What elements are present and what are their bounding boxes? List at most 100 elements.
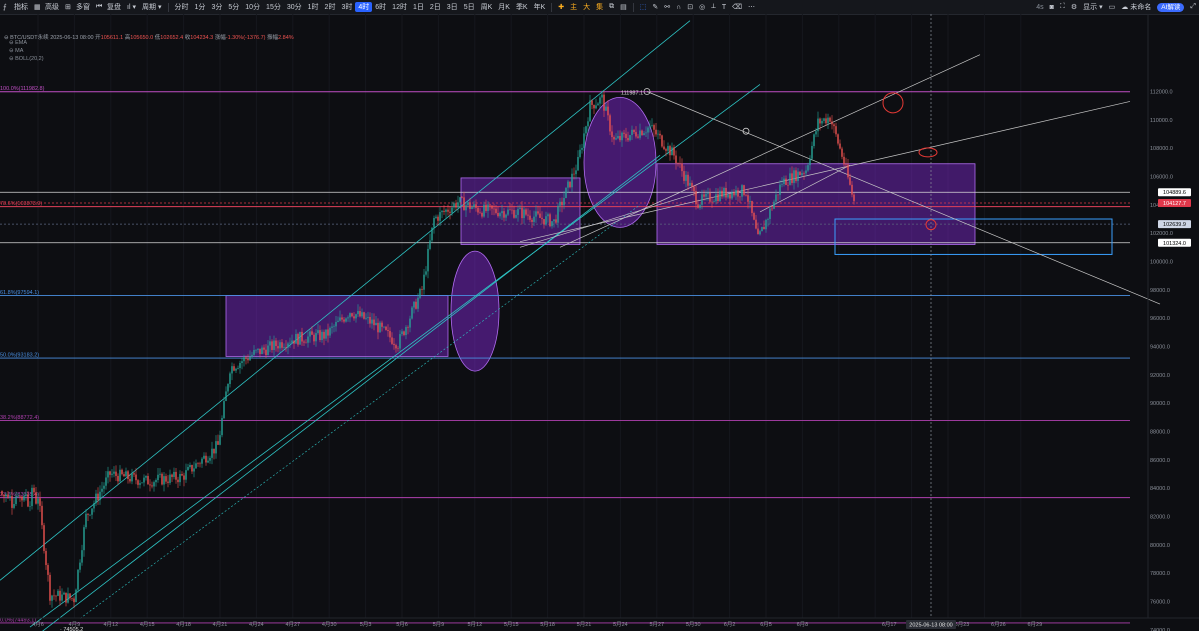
candle-body <box>75 589 77 603</box>
price-tick: 92000.0 <box>1150 373 1170 379</box>
template-icon[interactable]: ▤ <box>617 3 630 11</box>
ruler-icon[interactable]: ⟂ <box>708 3 719 11</box>
draw-tool-set[interactable]: 集 <box>593 2 606 12</box>
timeframe-20[interactable]: 年K <box>531 2 549 12</box>
fullscreen-icon[interactable]: ⛶ <box>1057 3 1068 11</box>
draw-tool-large[interactable]: 大 <box>580 2 593 12</box>
candle-body <box>723 187 725 197</box>
timeframe-12[interactable]: 12时 <box>389 2 410 12</box>
candle-body <box>363 312 365 319</box>
window-icon[interactable]: ▭ <box>1106 3 1119 11</box>
timeframe-17[interactable]: 周K <box>478 2 496 12</box>
candle-body <box>563 197 565 206</box>
chart-type-button[interactable]: ıl ▾ <box>124 3 139 12</box>
timeframe-19[interactable]: 季K <box>513 2 531 12</box>
timeframe-8[interactable]: 2时 <box>322 2 339 12</box>
candle-body <box>785 178 787 185</box>
candle-body <box>599 97 601 104</box>
draw-tool-main[interactable]: 主 <box>567 2 580 12</box>
multi-window-button[interactable]: ⊞ 多窗 <box>62 2 93 12</box>
replay-button[interactable]: ⏮ 复盘 <box>93 2 124 12</box>
settings-icon[interactable]: ⚙ <box>1068 3 1080 11</box>
candle-body <box>7 494 9 498</box>
display-button[interactable]: 显示 ▾ <box>1080 2 1106 12</box>
timeframe-1[interactable]: 1分 <box>192 2 209 12</box>
indicator-ma[interactable]: ⊖ MA <box>9 48 23 54</box>
candle-body <box>809 158 811 166</box>
indicator-ema[interactable]: ⊖ EMA <box>9 40 27 46</box>
candle-body <box>675 155 677 164</box>
timeframe-18[interactable]: 月K <box>495 2 513 12</box>
maximize-icon[interactable]: ⤢ <box>1187 3 1199 11</box>
candle-body <box>335 321 337 327</box>
timeframe-16[interactable]: 5日 <box>461 2 478 12</box>
candle-body <box>643 133 645 136</box>
price-tick: 98000.0 <box>1150 288 1170 294</box>
candle-body <box>19 496 21 497</box>
timeframe-14[interactable]: 2日 <box>427 2 444 12</box>
candle-body <box>345 318 347 322</box>
compare-icon[interactable]: ⧉ <box>606 3 617 11</box>
camera-icon[interactable]: ◙ <box>1047 4 1057 11</box>
timeframe-3[interactable]: 5分 <box>225 2 242 12</box>
candle-body <box>443 210 445 212</box>
lock-icon[interactable]: ⊡ <box>684 3 696 11</box>
candle-body <box>11 495 13 508</box>
candle-body <box>383 326 385 328</box>
eye-icon[interactable]: ◎ <box>696 3 708 11</box>
time-tick: 5月24 <box>613 621 628 628</box>
draw-crosshair-button[interactable]: ✚ <box>555 3 567 11</box>
pen-icon[interactable]: ✎ <box>649 3 661 11</box>
timeframe-9[interactable]: 3时 <box>338 2 355 12</box>
link-icon[interactable]: ⚯ <box>661 3 673 11</box>
candle-body <box>25 494 27 496</box>
candle-body <box>781 183 783 185</box>
time-tick: 6月8 <box>797 621 809 628</box>
candle-body <box>747 195 749 202</box>
price-tick: 78000.0 <box>1150 571 1170 577</box>
candle-body <box>583 133 585 148</box>
candle-body <box>311 331 313 335</box>
candle-body <box>347 317 349 319</box>
candle-body <box>799 171 801 176</box>
timeframe-4[interactable]: 10分 <box>242 2 263 12</box>
replay-icon: ⏮ <box>96 2 103 10</box>
timeframe-6[interactable]: 30分 <box>284 2 305 12</box>
candle-body <box>413 301 415 308</box>
price-chart[interactable]: 100.0%(111982.8) 78.6%(103873.9) 61.8%(975… <box>0 14 1199 631</box>
timeframe-0[interactable]: 分时 <box>172 2 192 12</box>
timeframe-11[interactable]: 6时 <box>372 2 389 12</box>
timeframe-2[interactable]: 3分 <box>208 2 225 12</box>
candle-body <box>813 134 815 147</box>
indicators-button[interactable]: ⨍ 指标 <box>0 2 31 12</box>
indicator-boll[interactable]: ⊖ BOLL(20,2) <box>9 56 44 62</box>
timeframe-5[interactable]: 15分 <box>263 2 284 12</box>
candle-body <box>433 217 435 228</box>
candle-body <box>473 204 475 208</box>
timeframe-10[interactable]: 4时 <box>355 2 373 12</box>
more-icon[interactable]: ⋯ <box>745 3 758 11</box>
candle-body <box>653 125 655 130</box>
collapse-icon[interactable]: ⊖ <box>4 35 9 41</box>
cloud-icon[interactable]: ☁ 未命名 <box>1118 2 1154 12</box>
candle-body <box>837 134 839 144</box>
candle-body <box>191 464 193 472</box>
time-tick: 4月18 <box>176 621 191 628</box>
magnet-icon[interactable]: ∩ <box>673 4 684 11</box>
candle-body <box>487 204 489 211</box>
text-icon[interactable]: T <box>719 4 729 11</box>
candle-body <box>819 118 821 124</box>
candle-body <box>333 326 335 327</box>
cursor-icon[interactable]: ⬚ <box>637 3 650 11</box>
candle-body <box>307 336 309 343</box>
candle-body <box>121 469 123 475</box>
timeframe-13[interactable]: 1日 <box>410 2 427 12</box>
ai-analyze-button[interactable]: AI解读 <box>1154 2 1187 12</box>
timeframe-15[interactable]: 3日 <box>444 2 461 12</box>
candle-body <box>621 132 623 141</box>
candle-body <box>645 132 647 134</box>
trash-icon[interactable]: ⌫ <box>729 3 745 11</box>
cycle-button[interactable]: 周期 ▾ <box>139 2 165 12</box>
timeframe-7[interactable]: 1时 <box>305 2 322 12</box>
advanced-button[interactable]: ▦ 高级 <box>31 2 62 12</box>
